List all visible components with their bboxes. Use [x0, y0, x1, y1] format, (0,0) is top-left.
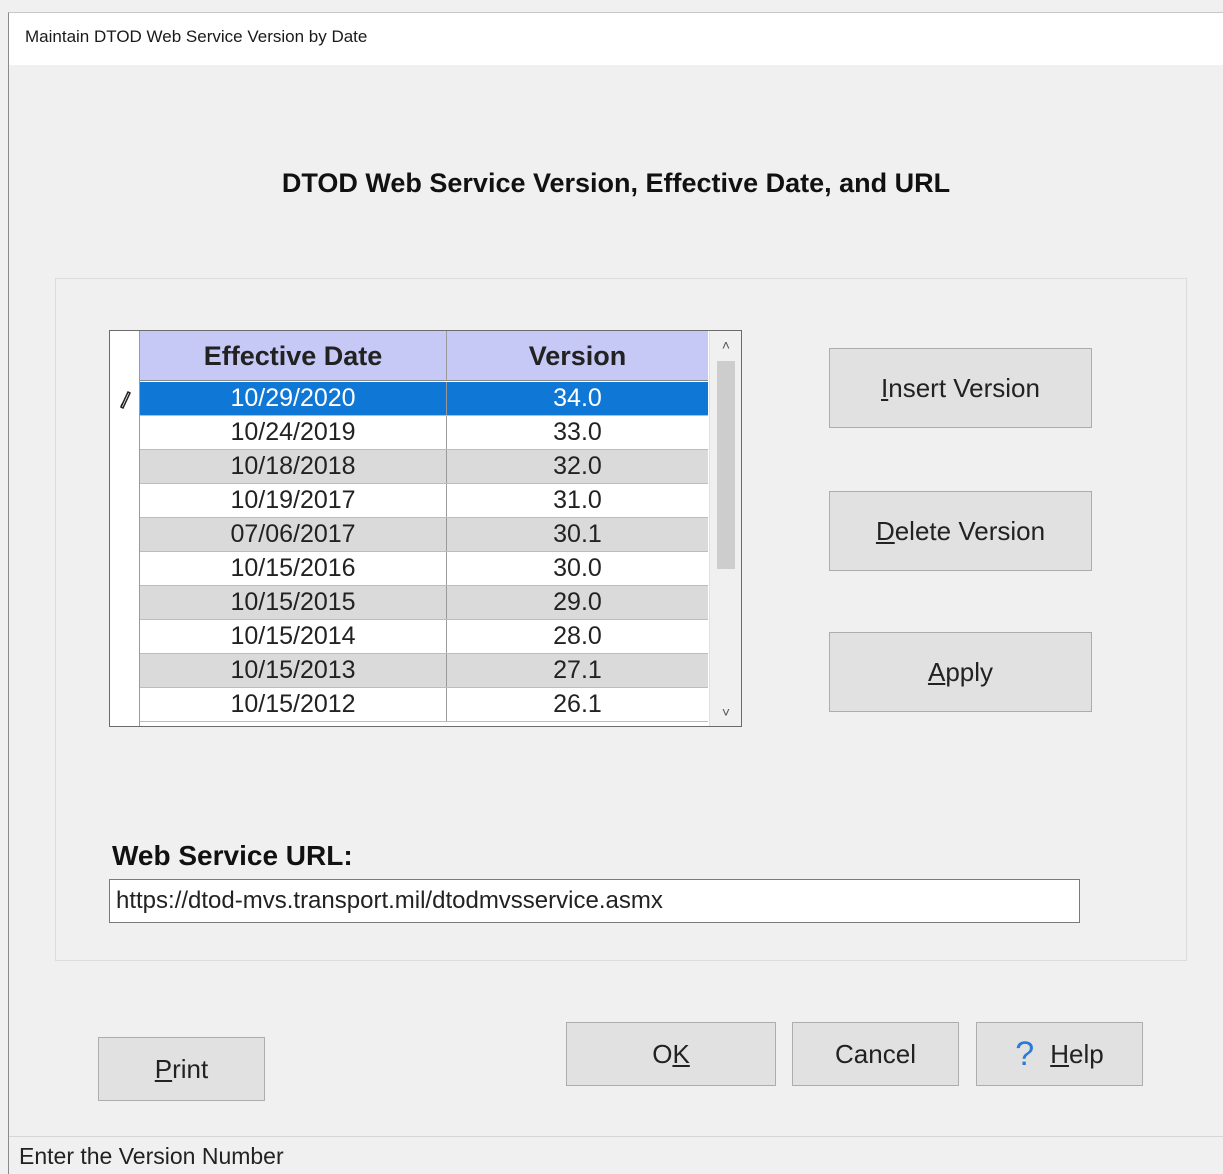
version-cell[interactable]: 26.1	[447, 688, 708, 721]
page-heading: DTOD Web Service Version, Effective Date…	[281, 168, 951, 198]
window-title: Maintain DTOD Web Service Version by Dat…	[25, 27, 368, 46]
table-row[interactable]: 10/24/2019 33.0	[140, 416, 708, 450]
apply-label: Apply	[927, 656, 994, 687]
ok-label: OK	[652, 1038, 690, 1069]
table-row[interactable]: 10/29/2020 34.0	[140, 382, 708, 416]
table-row[interactable]: 10/15/2012 26.1	[140, 688, 708, 722]
version-cell[interactable]: 32.0	[447, 450, 708, 483]
effective-date-cell[interactable]: 10/15/2012	[140, 688, 447, 721]
table-row[interactable]: 10/15/2014 28.0	[140, 620, 708, 654]
effective-date-cell[interactable]: 10/15/2016	[140, 552, 447, 585]
table-row[interactable]: 10/15/2015 29.0	[140, 586, 708, 620]
print-label: Print	[154, 1053, 209, 1084]
effective-date-cell[interactable]: 10/19/2017	[140, 484, 447, 517]
column-header-effective-date[interactable]: Effective Date	[140, 331, 447, 381]
print-button[interactable]: Print	[98, 1037, 265, 1101]
effective-date-cell[interactable]: 10/15/2014	[140, 620, 447, 653]
version-grid[interactable]: Effective Date Version 10/29/2020 34.0 1…	[109, 330, 742, 727]
grid-header: Effective Date Version	[140, 331, 708, 381]
effective-date-cell[interactable]: 10/29/2020	[140, 382, 447, 415]
web-service-url-label: Web Service URL:	[112, 840, 353, 871]
effective-date-cell[interactable]: 10/15/2013	[140, 654, 447, 687]
table-row[interactable]: 10/19/2017 31.0	[140, 484, 708, 518]
effective-date-cell[interactable]: 10/15/2015	[140, 586, 447, 619]
scroll-down-icon[interactable]: ˅	[710, 698, 741, 726]
row-selector-column	[110, 331, 140, 726]
version-cell[interactable]: 30.0	[447, 552, 708, 585]
scrollbar-thumb[interactable]	[717, 361, 735, 569]
title-bar[interactable]: Maintain DTOD Web Service Version by Dat…	[9, 13, 1223, 65]
help-icon: ?	[1015, 1035, 1035, 1073]
table-row[interactable]: 10/15/2016 30.0	[140, 552, 708, 586]
table-row[interactable]: 10/15/2013 27.1	[140, 654, 708, 688]
insert-version-label: Insert Version	[881, 372, 1040, 403]
version-cell[interactable]: 28.0	[447, 620, 708, 653]
status-text: Enter the Version Number	[19, 1143, 284, 1169]
insert-version-button[interactable]: Insert Version	[829, 348, 1092, 428]
effective-date-cell[interactable]: 07/06/2017	[140, 518, 447, 551]
status-bar: Enter the Version Number	[9, 1136, 1223, 1174]
pencil-icon	[120, 390, 131, 409]
version-cell[interactable]: 30.1	[447, 518, 708, 551]
help-button[interactable]: ? Help	[976, 1022, 1143, 1086]
vertical-scrollbar[interactable]: ˄ ˅	[709, 331, 741, 726]
help-label: Help	[1050, 1038, 1104, 1069]
grid-rows: 10/29/2020 34.0 10/24/2019 33.0 10/18/20…	[140, 382, 708, 722]
effective-date-cell[interactable]: 10/24/2019	[140, 416, 447, 449]
column-header-version[interactable]: Version	[447, 331, 708, 381]
version-cell[interactable]: 33.0	[447, 416, 708, 449]
version-cell[interactable]: 31.0	[447, 484, 708, 517]
table-row[interactable]: 10/18/2018 32.0	[140, 450, 708, 484]
cancel-label: Cancel	[835, 1038, 916, 1069]
ok-button[interactable]: OK	[566, 1022, 776, 1086]
version-cell[interactable]: 27.1	[447, 654, 708, 687]
cancel-button[interactable]: Cancel	[792, 1022, 959, 1086]
effective-date-cell[interactable]: 10/18/2018	[140, 450, 447, 483]
scroll-up-icon[interactable]: ˄	[710, 331, 741, 359]
delete-version-label: Delete Version	[875, 515, 1046, 546]
table-row[interactable]: 07/06/2017 30.1	[140, 518, 708, 552]
apply-button[interactable]: Apply	[829, 632, 1092, 712]
delete-version-button[interactable]: Delete Version	[829, 491, 1092, 571]
version-cell[interactable]: 29.0	[447, 586, 708, 619]
version-cell[interactable]: 34.0	[447, 382, 708, 415]
web-service-url-input[interactable]	[109, 879, 1080, 923]
dialog-window: Maintain DTOD Web Service Version by Dat…	[8, 12, 1223, 1174]
